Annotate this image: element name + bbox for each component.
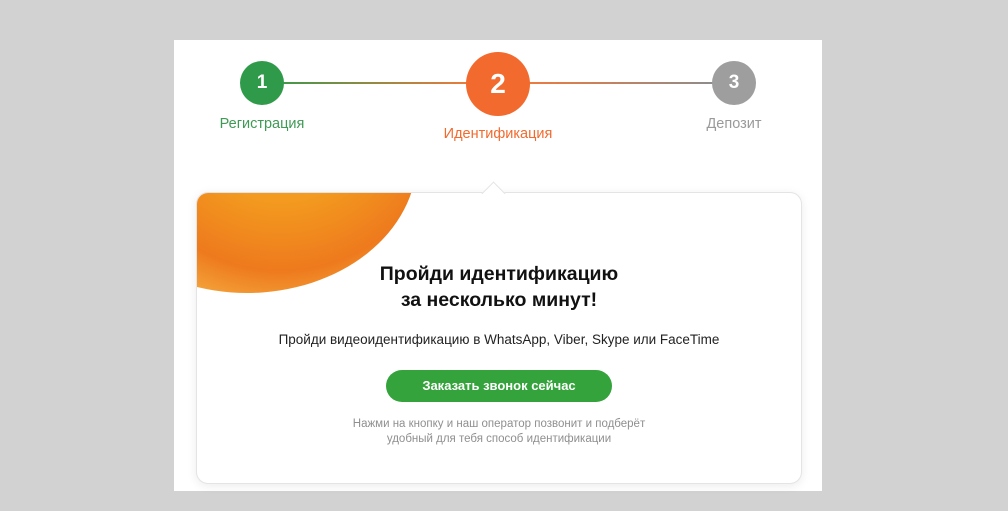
heading-line-1: Пройди идентификацию: [379, 263, 619, 285]
stepper-connector-2-3: [524, 82, 716, 84]
identification-panel: 1 2 3 Регистрация Идентификация Депозит …: [174, 40, 822, 491]
step-2-label: Идентификация: [443, 126, 553, 142]
card-subtext: Пройди видеоидентификацию в WhatsApp, Vi…: [278, 332, 720, 347]
hint-line-2: удобный для тебя способ идентификации: [386, 433, 612, 445]
step-1-label: Регистрация: [219, 116, 305, 132]
step-1-circle: 1: [240, 61, 284, 105]
step-2-circle: 2: [466, 52, 530, 116]
heading-line-2: за несколько минут!: [400, 289, 598, 311]
step-3-circle: 3: [712, 61, 756, 105]
card-hint: Нажми на кнопку и наш оператор позвонит …: [197, 417, 801, 447]
hint-line-1: Нажми на кнопку и наш оператор позвонит …: [352, 418, 646, 430]
stepper-connector-1-2: [262, 82, 472, 84]
identification-card: Пройди идентификацию за несколько минут!…: [196, 192, 802, 484]
card-heading: Пройди идентификацию за несколько минут!: [197, 261, 801, 313]
step-3-label: Депозит: [706, 116, 762, 132]
order-call-button[interactable]: Заказать звонок сейчас: [386, 370, 612, 402]
